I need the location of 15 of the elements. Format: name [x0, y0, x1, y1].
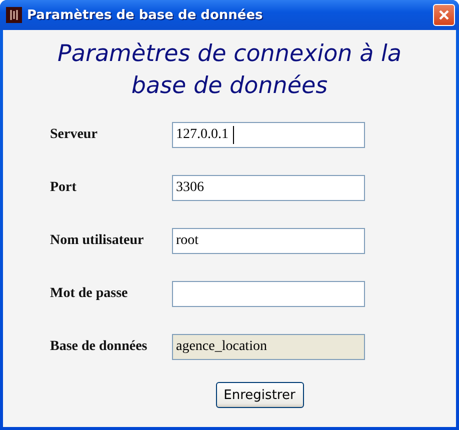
close-icon [438, 9, 450, 21]
form-heading: Paramètres de connexion à la base de données [56, 40, 402, 102]
field-label: Serveur [50, 126, 98, 143]
field-label: Base de données [50, 338, 148, 355]
window-title: Paramètres de base de données [27, 8, 264, 22]
field-label: Mot de passe [50, 286, 129, 302]
app-icon [6, 7, 22, 23]
close-button[interactable] [433, 4, 455, 26]
text-field[interactable]: 3306 [172, 174, 365, 201]
save-button[interactable]: Enregistrer [216, 382, 304, 408]
text-field[interactable]: root [172, 228, 365, 254]
field-label: Port [50, 180, 78, 196]
text-field[interactable] [172, 280, 365, 307]
field-label: Nom utilisateur [50, 232, 145, 249]
text-field[interactable]: 127.0.0.1 [172, 122, 365, 148]
